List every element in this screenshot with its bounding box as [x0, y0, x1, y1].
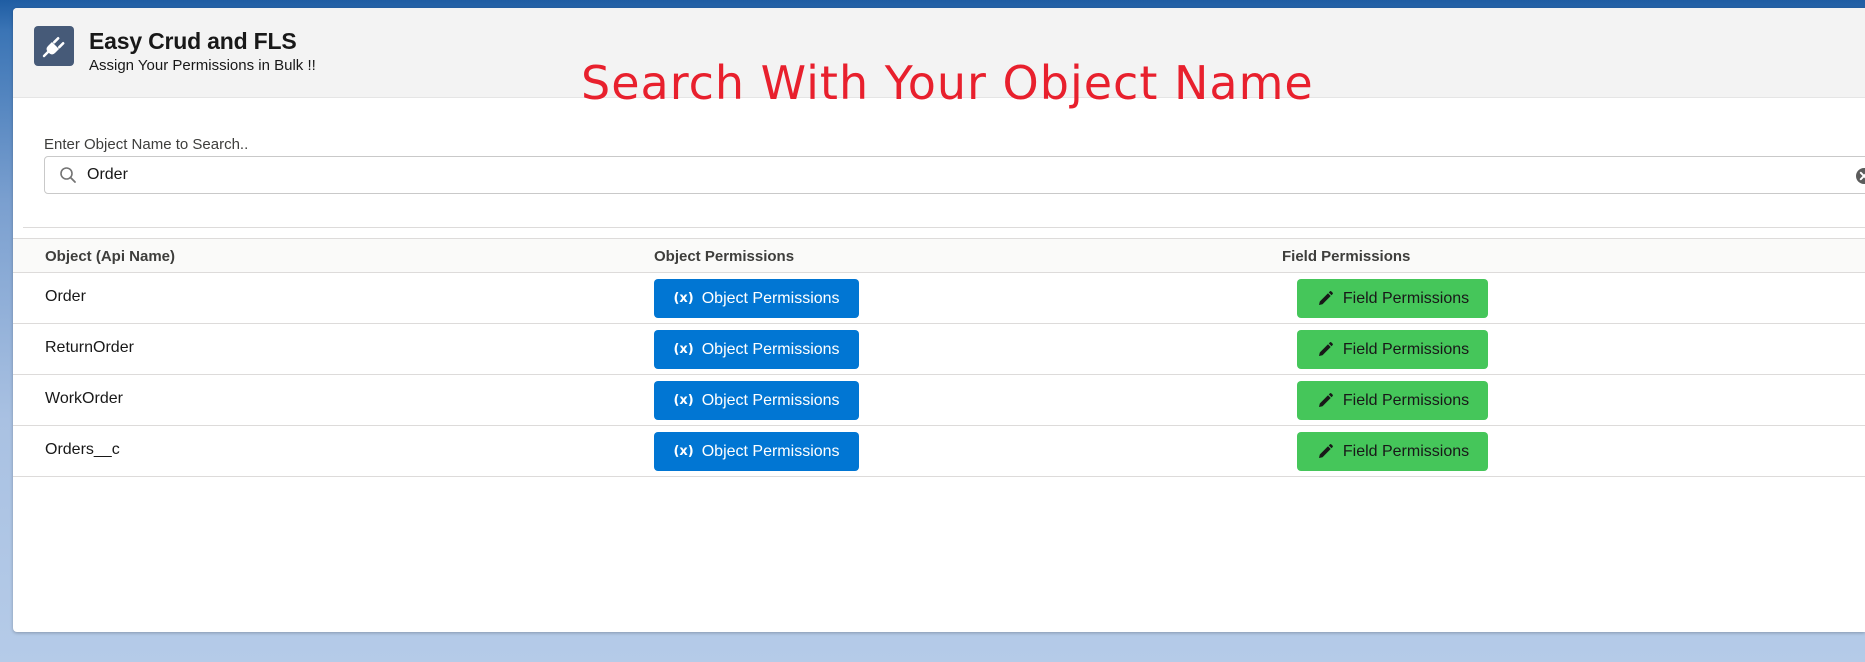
search-icon	[60, 167, 76, 183]
table-row: WorkOrder (x) Object Permissions Field P…	[13, 375, 1865, 426]
clear-icon[interactable]	[1855, 167, 1865, 185]
object-permissions-label: Object Permissions	[701, 340, 840, 358]
pencil-icon	[1318, 392, 1333, 407]
pencil-icon	[1318, 341, 1333, 356]
table-row: Order (x) Object Permissions Field Permi…	[13, 273, 1865, 324]
object-permissions-button[interactable]: (x) Object Permissions	[654, 279, 859, 318]
field-permissions-button[interactable]: Field Permissions	[1297, 381, 1488, 420]
table-row: ReturnOrder (x) Object Permissions Field…	[13, 324, 1865, 375]
overlay-caption: Search With Your Object Name	[581, 56, 1314, 110]
table-row: Orders__c (x) Object Permissions Field P…	[13, 426, 1865, 477]
formula-icon: (x)	[673, 342, 694, 357]
formula-icon: (x)	[673, 291, 694, 306]
objects-table: Object (Api Name) Object Permissions Fie…	[13, 238, 1865, 477]
object-permissions-label: Object Permissions	[701, 442, 840, 460]
column-header-object-name[interactable]: Object (Api Name)	[45, 248, 175, 265]
pencil-icon	[1318, 443, 1333, 458]
object-name-cell: Orders__c	[45, 441, 120, 458]
object-permissions-button[interactable]: (x) Object Permissions	[654, 432, 859, 471]
object-permissions-label: Object Permissions	[701, 391, 840, 409]
object-name-cell: Order	[45, 288, 86, 305]
field-permissions-label: Field Permissions	[1342, 340, 1470, 358]
object-permissions-button[interactable]: (x) Object Permissions	[654, 330, 859, 369]
formula-icon: (x)	[673, 444, 694, 459]
app-subtitle: Assign Your Permissions in Bulk !!	[89, 57, 316, 74]
formula-icon: (x)	[673, 393, 694, 408]
object-name-cell: WorkOrder	[45, 390, 123, 407]
object-name-cell: ReturnOrder	[45, 339, 134, 356]
section-divider	[23, 227, 1865, 228]
field-permissions-label: Field Permissions	[1342, 289, 1470, 307]
plug-icon	[34, 26, 74, 66]
column-header-field-permissions[interactable]: Field Permissions	[1282, 248, 1410, 265]
pencil-icon	[1318, 290, 1333, 305]
search-input[interactable]	[87, 157, 1827, 193]
column-header-object-permissions[interactable]: Object Permissions	[654, 248, 794, 265]
search-field[interactable]	[44, 156, 1865, 194]
field-permissions-button[interactable]: Field Permissions	[1297, 279, 1488, 318]
field-permissions-button[interactable]: Field Permissions	[1297, 330, 1488, 369]
app-title: Easy Crud and FLS	[89, 28, 297, 54]
main-card: Easy Crud and FLS Assign Your Permission…	[13, 8, 1865, 632]
object-permissions-label: Object Permissions	[701, 289, 840, 307]
table-header: Object (Api Name) Object Permissions Fie…	[13, 239, 1865, 273]
field-permissions-button[interactable]: Field Permissions	[1297, 432, 1488, 471]
field-permissions-label: Field Permissions	[1342, 442, 1470, 460]
search-label: Enter Object Name to Search..	[44, 136, 249, 153]
object-permissions-button[interactable]: (x) Object Permissions	[654, 381, 859, 420]
field-permissions-label: Field Permissions	[1342, 391, 1470, 409]
